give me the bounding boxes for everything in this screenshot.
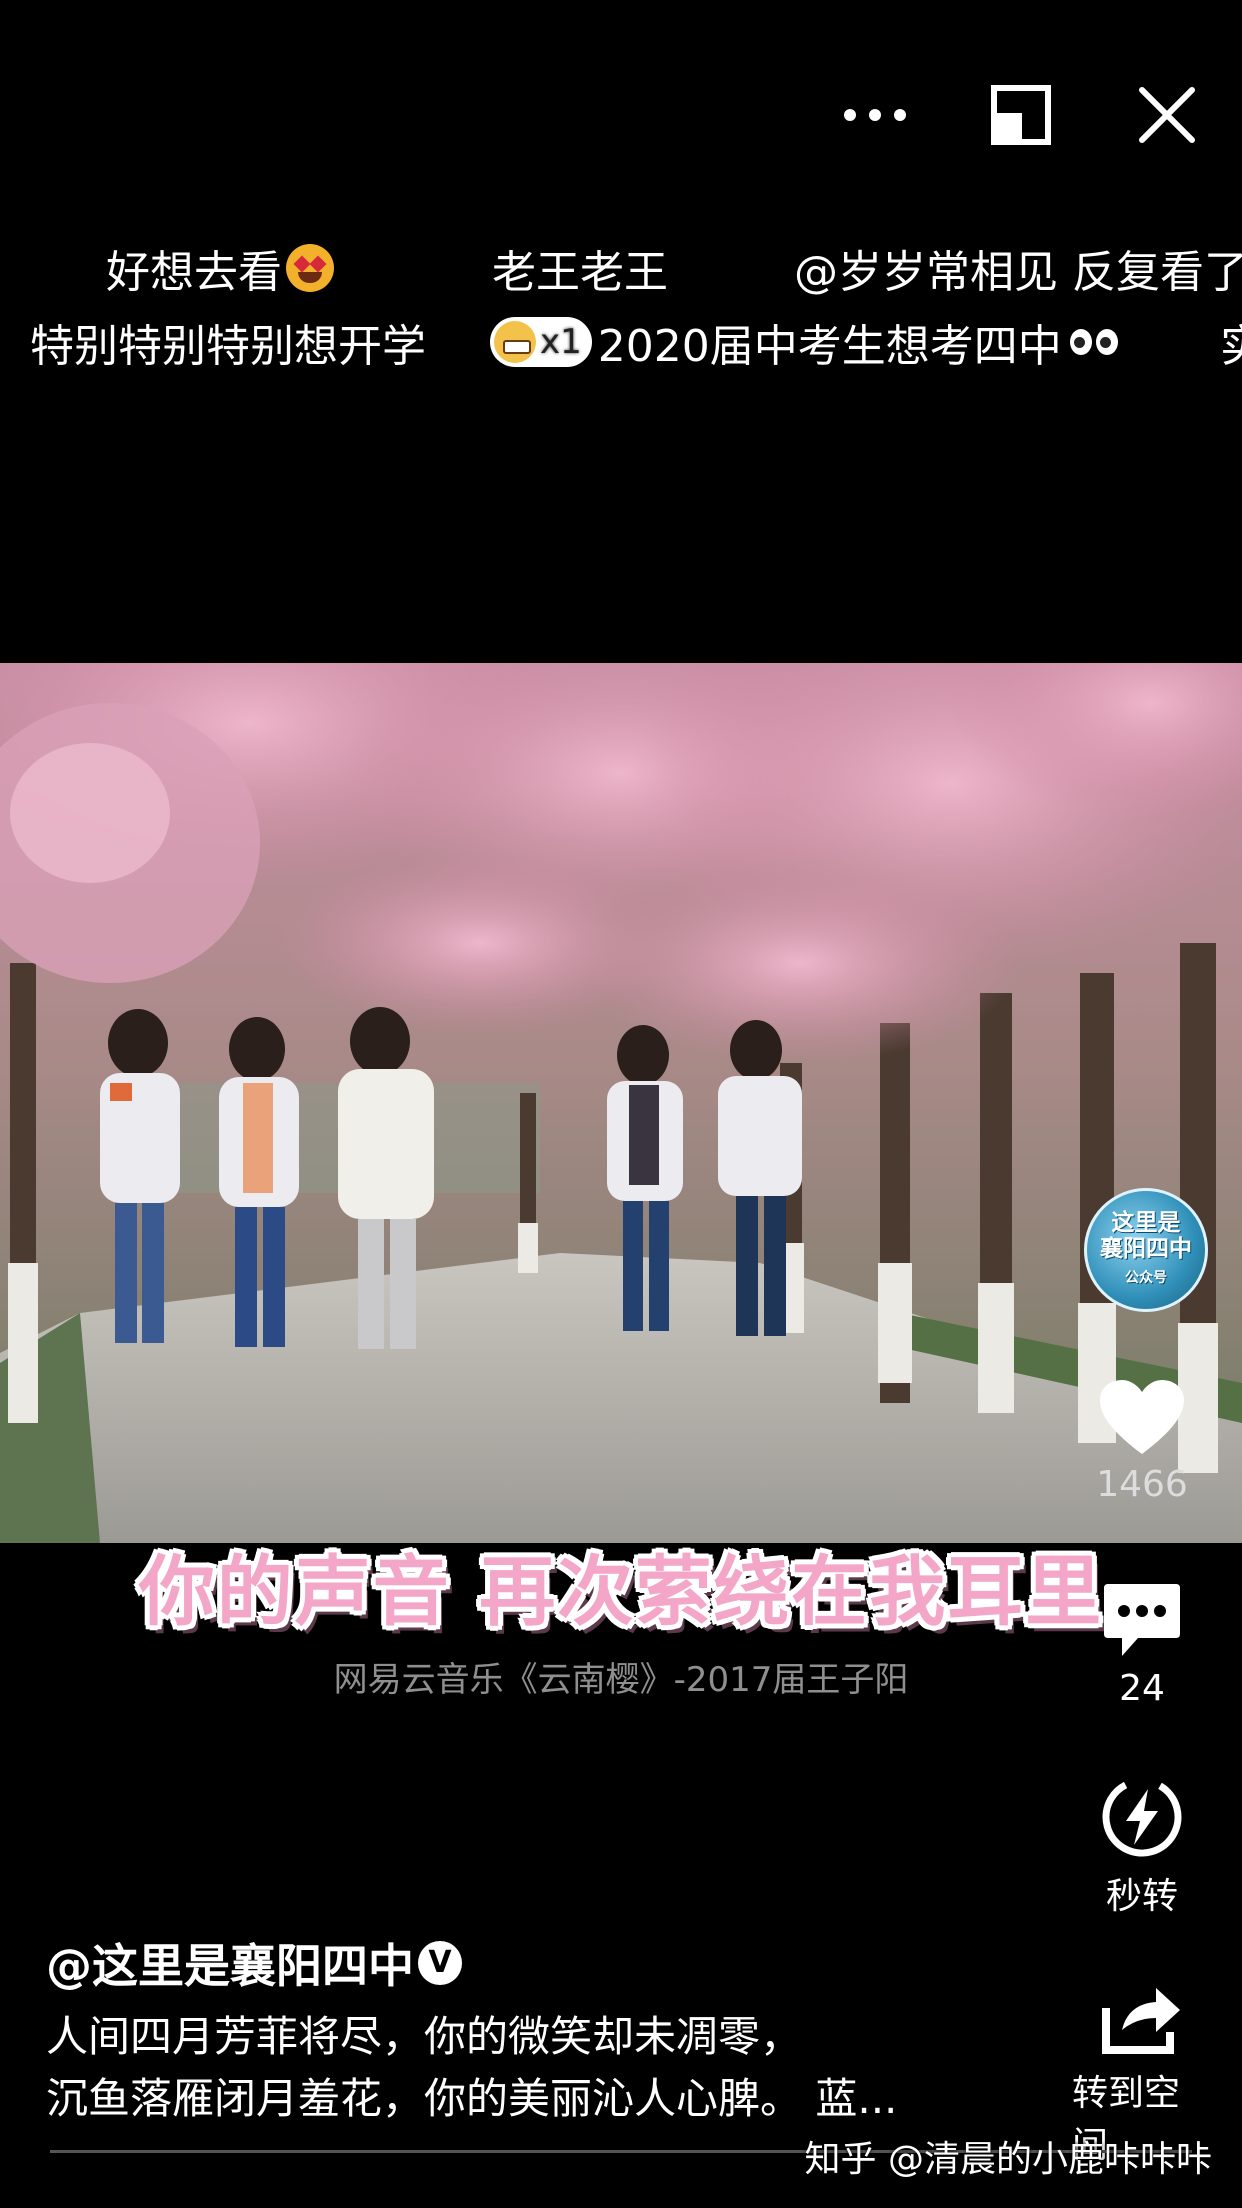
pip-icon[interactable]: [976, 70, 1066, 160]
grin-emoji-icon: [494, 321, 536, 363]
danmaku-text: 2020届中考生想考四中: [597, 321, 1062, 372]
watermark: 知乎 @清晨的小鹿咔咔咔: [804, 2139, 1212, 2180]
danmaku-item: 老王老王: [492, 236, 668, 300]
more-icon[interactable]: [830, 70, 920, 160]
like-count: 1466: [1096, 1464, 1188, 1505]
post-description[interactable]: 人间四月芳菲将尽，你的微笑却未凋零， 沉鱼落雁闭月羞花，你的美丽沁人心脾。 蓝.…: [46, 2006, 1046, 2130]
share-icon: [1102, 1988, 1180, 2054]
avatar-text: 这里是 襄阳四中 公众号: [1100, 1210, 1192, 1291]
emoji-combo-badge: x1: [490, 317, 592, 367]
comment-button[interactable]: 24: [1072, 1580, 1212, 1709]
avatar-line: 公众号: [1125, 1269, 1167, 1286]
danmaku-text: 老王老王: [492, 247, 668, 298]
description-line: 沉鱼落雁闭月羞花，你的美丽沁人心脾。 蓝...: [46, 2074, 898, 2123]
avatar-line: 襄阳四中: [1100, 1235, 1192, 1262]
danmaku-text: 特别特别特别想开学: [30, 321, 426, 372]
danmaku-item: @岁岁常相见 反复看了: [794, 236, 1242, 300]
verified-icon: V: [418, 1941, 462, 1985]
avatar-line: 这里是: [1111, 1209, 1181, 1236]
close-icon[interactable]: [1122, 70, 1212, 160]
like-button[interactable]: 1466: [1072, 1380, 1212, 1505]
video-frame[interactable]: [0, 663, 1242, 1543]
heart-icon: [1100, 1380, 1184, 1454]
quick-share-label: 秒转: [1105, 1876, 1178, 1917]
danmaku-text: @岁岁常相见 反复看了: [794, 247, 1242, 298]
video-subtitle: 你的声音 再次萦绕在我耳里: [138, 1547, 1104, 1636]
lightning-icon: [1102, 1777, 1182, 1857]
danmaku-item: 特别特别特别想开学: [30, 310, 426, 374]
comment-icon: [1104, 1584, 1180, 1656]
music-credit: 网易云音乐《云南樱》-2017届王子阳: [333, 1660, 909, 1700]
author-name[interactable]: @这里是襄阳四中 V: [46, 1930, 462, 1996]
danmaku-item: 好想去看: [106, 236, 334, 300]
author-avatar[interactable]: 这里是 襄阳四中 公众号: [1084, 1188, 1208, 1312]
top-controls: [830, 70, 1212, 160]
cherry-blossom-scene: [0, 663, 1242, 1543]
danmaku-text: 实: [1220, 310, 1242, 374]
comment-count: 24: [1119, 1668, 1165, 1709]
description-line: 人间四月芳菲将尽，你的微笑却未凋零，: [46, 2012, 803, 2061]
star-eyes-emoji-icon: [286, 244, 334, 292]
author-handle: @这里是襄阳四中: [46, 1939, 414, 1993]
quick-share-button[interactable]: 秒转: [1072, 1775, 1212, 1919]
danmaku-text: 好想去看: [106, 247, 282, 298]
danmaku-item: x1 2020届中考生想考四中: [490, 310, 1118, 374]
eyes-emoji-icon: [1069, 329, 1118, 355]
combo-count: x1: [540, 322, 582, 362]
danmaku-item: 实: [1220, 310, 1242, 374]
video-player-screen: 好想去看 老王老王 @岁岁常相见 反复看了 特别特别特别想开学 x1 2020届…: [0, 0, 1242, 2208]
